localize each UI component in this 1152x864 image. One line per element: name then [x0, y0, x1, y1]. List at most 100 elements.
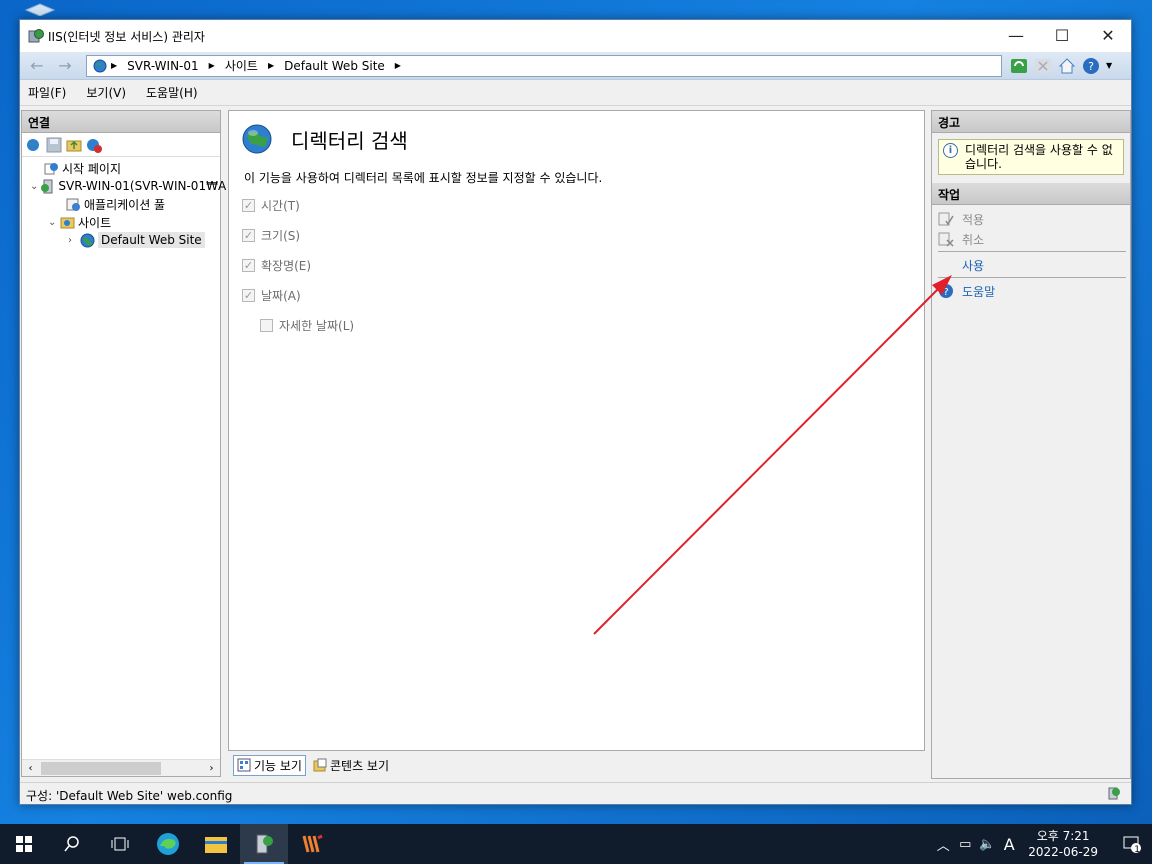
status-bar: 구성: 'Default Web Site' web.config [20, 782, 1131, 804]
forward-arrow-icon[interactable]: → [54, 55, 76, 77]
ime-indicator[interactable]: A [998, 835, 1020, 854]
alerts-header: 경고 [932, 111, 1130, 133]
breadcrumb-arrow-icon[interactable]: ▶ [395, 61, 401, 70]
tree-item-default-web-site[interactable]: › Default Web Site [22, 231, 220, 249]
notification-count: 1 [1134, 845, 1140, 855]
scroll-thumb[interactable] [41, 761, 161, 775]
iis-app-icon [28, 29, 44, 43]
iis-manager-taskbar-icon[interactable] [240, 824, 288, 864]
tree-label: SVR-WIN-01(SVR-WIN-01₩A [58, 179, 227, 193]
volume-muted-icon[interactable]: 🔈 [976, 837, 998, 852]
option-size[interactable]: ✓ 크기(S) [229, 220, 924, 250]
action-label: 취소 [962, 232, 985, 247]
checkbox-date[interactable]: ✓ [242, 288, 255, 302]
chevron-right-icon[interactable]: › [68, 235, 78, 246]
help-icon[interactable]: ? [1082, 57, 1100, 75]
action-label: 적용 [962, 212, 985, 227]
connections-tree: 시작 페이지 ⌄ SVR-WIN-01(SVR-WIN-01₩A 애플리케이션 … [22, 157, 226, 249]
tree-item-start-page[interactable]: 시작 페이지 [22, 159, 220, 177]
chevron-down-icon[interactable]: ▼ [1106, 61, 1112, 70]
checkbox-extension[interactable]: ✓ [242, 258, 255, 272]
chevron-down-icon[interactable]: ⌄ [48, 217, 58, 228]
help-icon: ? [939, 284, 953, 298]
edge-browser-icon[interactable] [144, 824, 192, 864]
maximize-button[interactable]: ☐ [1039, 20, 1085, 51]
menu-file[interactable]: 파일(F) [28, 84, 66, 101]
enable-action[interactable]: 사용 [932, 255, 1130, 275]
sites-folder-icon [60, 217, 75, 228]
tree-item-server[interactable]: ⌄ SVR-WIN-01(SVR-WIN-01₩A [22, 177, 226, 195]
view-tabs: 기능 보기 콘텐츠 보기 [233, 754, 392, 776]
network-icon[interactable]: ▭ [954, 837, 976, 852]
address-bar: ← → ▶ SVR-WIN-01 ▶ 사이트 ▶ Default Web Sit… [20, 52, 1131, 80]
tree-label: 사이트 [78, 215, 112, 230]
alert-message: i 디렉터리 검색을 사용할 수 없습니다. [938, 139, 1124, 175]
search-icon[interactable] [48, 824, 96, 864]
page-title: 디렉터리 검색 [291, 128, 408, 153]
actions-pane: 경고 i 디렉터리 검색을 사용할 수 없습니다. 작업 적용 취소 사용 ? [931, 110, 1131, 779]
menu-view[interactable]: 보기(V) [86, 84, 126, 101]
features-view-icon [237, 758, 251, 772]
close-button[interactable]: ✕ [1085, 20, 1131, 51]
horizontal-scrollbar[interactable]: ‹ › [22, 759, 220, 776]
home-icon[interactable] [1058, 57, 1076, 75]
app-icon[interactable] [288, 824, 336, 864]
option-extension[interactable]: ✓ 확장명(E) [229, 250, 924, 280]
minimize-button[interactable]: — [993, 20, 1039, 51]
notification-center-icon[interactable]: 1 [1112, 824, 1152, 864]
taskbar: ︿ ▭ 🔈 A 오후 7:21 2022-06-29 1 [0, 824, 1152, 864]
tree-label: Default Web Site [98, 232, 205, 248]
menu-bar: 파일(F) 보기(V) 도움말(H) [20, 80, 1131, 106]
checkbox-time[interactable]: ✓ [242, 198, 255, 212]
start-page-icon [44, 162, 58, 174]
refresh-icon[interactable] [1010, 57, 1028, 75]
connections-header: 연결 [22, 111, 220, 133]
breadcrumb-arrow-icon[interactable]: ▶ [268, 61, 274, 70]
tree-item-sites[interactable]: ⌄ 사이트 [22, 213, 220, 231]
checkbox-long-date[interactable] [260, 318, 273, 332]
server-icon [41, 179, 53, 193]
window-title: IIS(인터넷 정보 서비스) 관리자 [48, 29, 205, 44]
tab-content-view[interactable]: 콘텐츠 보기 [310, 756, 392, 775]
info-icon: i [943, 143, 958, 158]
chevron-down-icon[interactable]: ⌄ [30, 181, 38, 192]
breadcrumb-arrow-icon[interactable]: ▶ [209, 61, 215, 70]
task-view-icon[interactable] [96, 824, 144, 864]
chevron-up-icon[interactable]: ︿ [932, 835, 954, 854]
scroll-left-icon[interactable]: ‹ [22, 763, 39, 774]
clock[interactable]: 오후 7:21 2022-06-29 [1028, 828, 1098, 860]
directory-browsing-globe-icon [242, 124, 272, 154]
breadcrumb-server[interactable]: SVR-WIN-01 [127, 59, 199, 73]
breadcrumb-default-site[interactable]: Default Web Site [284, 59, 385, 73]
save-icon[interactable] [46, 137, 62, 153]
option-time[interactable]: ✓ 시간(T) [229, 190, 924, 220]
scroll-right-icon[interactable]: › [203, 763, 220, 774]
start-button[interactable] [0, 824, 48, 864]
up-folder-icon[interactable] [66, 137, 82, 153]
apply-action[interactable]: 적용 [932, 209, 1130, 229]
file-explorer-icon[interactable] [192, 824, 240, 864]
breadcrumb[interactable]: ▶ SVR-WIN-01 ▶ 사이트 ▶ Default Web Site ▶ [86, 54, 1002, 77]
svg-text:?: ? [943, 287, 948, 298]
option-long-date[interactable]: 자세한 날짜(L) [229, 310, 924, 340]
recycle-bin-icon[interactable] [20, 0, 60, 16]
breadcrumb-sites[interactable]: 사이트 [225, 57, 258, 74]
stop-icon[interactable] [1034, 57, 1052, 75]
tree-item-app-pools[interactable]: 애플리케이션 풀 [22, 195, 220, 213]
option-date[interactable]: ✓ 날짜(A) [229, 280, 924, 310]
tab-features-view[interactable]: 기능 보기 [233, 754, 306, 776]
option-label: 확장명(E) [261, 258, 312, 273]
status-text: 구성: 'Default Web Site' web.config [26, 789, 233, 803]
connect-globe-icon[interactable] [26, 137, 42, 153]
help-action[interactable]: ? 도움말 [932, 281, 1130, 301]
breadcrumb-arrow-icon[interactable]: ▶ [111, 61, 117, 70]
menu-help[interactable]: 도움말(H) [146, 84, 198, 101]
svg-text:?: ? [1088, 60, 1094, 73]
cancel-action[interactable]: 취소 [932, 229, 1130, 249]
checkbox-size[interactable]: ✓ [242, 228, 255, 242]
divider [938, 277, 1126, 278]
disconnect-icon[interactable] [86, 137, 102, 153]
back-arrow-icon[interactable]: ← [26, 55, 48, 77]
globe-icon [80, 233, 95, 247]
title-bar[interactable]: IIS(인터넷 정보 서비스) 관리자 — ☐ ✕ [20, 20, 1131, 52]
